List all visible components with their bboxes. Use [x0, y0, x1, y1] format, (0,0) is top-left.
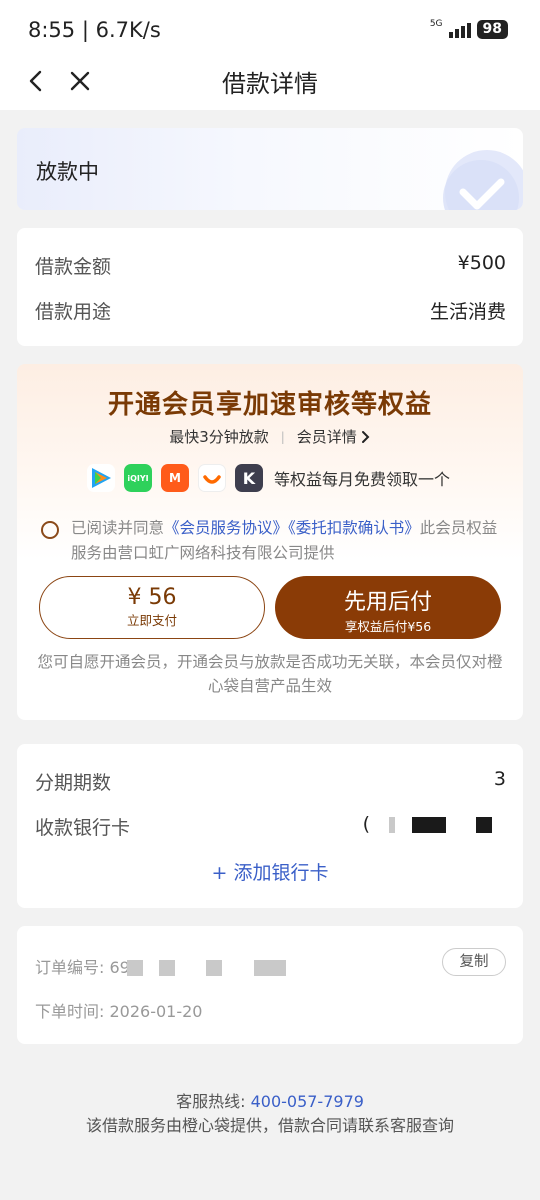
- member-service-agreement-link[interactable]: 《会员服务协议》: [164, 519, 288, 537]
- redaction-mark: [389, 817, 395, 833]
- membership-card: 开通会员享加速审核等权益 最快3分钟放款 | 会员详情 iQIYI M K 等权…: [17, 364, 523, 720]
- mango-tv-icon: M: [161, 464, 189, 492]
- order-time-value: 2026-01-20: [109, 1002, 203, 1021]
- pay-now-button[interactable]: ¥ 56 立即支付: [39, 576, 265, 639]
- order-time-row: 下单时间: 2026-01-20: [35, 998, 202, 1022]
- order-time-label: 下单时间:: [35, 1002, 105, 1021]
- redaction-mark: [254, 960, 286, 976]
- network-label: 5G: [429, 18, 443, 29]
- copy-order-number-button[interactable]: 复制: [442, 948, 506, 976]
- membership-title: 开通会员享加速审核等权益: [107, 390, 432, 420]
- agreement-radio[interactable]: [41, 521, 59, 539]
- loan-purpose-label: 借款用途: [35, 301, 112, 323]
- membership-subline: 最快3分钟放款 | 会员详情: [17, 426, 523, 447]
- agreement-text: 已阅读并同意《会员服务协议》《委托扣款确认书》此会员权益服务由营口虹广网络科技有…: [41, 516, 501, 566]
- redaction-mark: [412, 817, 446, 833]
- pay-later-button[interactable]: 先用后付 享权益后付¥56: [275, 576, 501, 639]
- kuaikan-icon: K: [235, 464, 263, 492]
- add-bank-card-label: 添加银行卡: [233, 862, 329, 884]
- nav-bar: 借款详情: [0, 60, 540, 110]
- bank-card-value: (: [362, 813, 370, 835]
- debit-authorization-link[interactable]: 《委托扣款确认书》: [288, 519, 420, 537]
- pay-now-label: 立即支付: [126, 613, 177, 628]
- hotline-line: 客服热线: 400-057-7979: [0, 1090, 540, 1114]
- redaction-mark: [206, 960, 222, 976]
- membership-details-link[interactable]: 会员详情: [297, 426, 371, 447]
- footer: 客服热线: 400-057-7979 该借款服务由橙心袋提供，借款合同请联系客服…: [0, 1090, 540, 1138]
- battery-icon: 98: [476, 20, 508, 39]
- add-bank-card-button[interactable]: + 添加银行卡: [17, 858, 523, 885]
- loan-purpose-value: 生活消费: [429, 301, 506, 323]
- pay-later-title: 先用后付: [343, 590, 432, 615]
- redaction-mark: [159, 960, 175, 976]
- loan-status-text: 放款中: [36, 160, 99, 184]
- status-icons: 5G 98: [429, 18, 508, 39]
- status-time: 8:55 | 6.7K/s: [28, 18, 161, 42]
- iqiyi-icon: iQIYI: [124, 464, 152, 492]
- loan-amount-value: ¥500: [457, 252, 506, 274]
- pay-later-subtitle: 享权益后付¥56: [344, 619, 432, 634]
- bank-card-label: 收款银行卡: [35, 817, 131, 839]
- footer-notice: 该借款服务由橙心袋提供，借款合同请联系客服查询: [85, 1116, 454, 1135]
- loan-amount-row: 借款金额 ¥500: [35, 252, 506, 279]
- tencent-video-icon: [87, 464, 115, 492]
- redaction-mark: [476, 817, 492, 833]
- order-info-card: 订单编号: 69 复制 下单时间: 2026-01-20: [17, 926, 523, 1044]
- status-bar: 8:55 | 6.7K/s 5G 98: [0, 0, 540, 60]
- loan-info-card: 借款金额 ¥500 借款用途 生活消费: [17, 228, 523, 346]
- chevron-right-icon: [361, 430, 370, 443]
- membership-note: 您可自愿开通会员，开通会员与放款是否成功无关联，本会员仅对橙心袋自营产品生效: [37, 653, 503, 695]
- benefit-apps: iQIYI M K 等权益每月免费领取一个: [87, 464, 450, 492]
- separator: |: [280, 429, 285, 444]
- page-title: 借款详情: [222, 70, 318, 98]
- signal-icon: [448, 22, 471, 38]
- benefit-apps-text: 等权益每月免费领取一个: [274, 470, 451, 489]
- installments-value: 3: [493, 768, 506, 790]
- checkmark-badge-icon: [439, 146, 523, 210]
- pay-now-amount: ¥ 56: [127, 585, 177, 610]
- order-number-row: 订单编号: 69: [35, 954, 130, 978]
- redaction-mark: [127, 960, 143, 976]
- plus-icon: +: [211, 862, 234, 884]
- fast-loan-text: 最快3分钟放款: [169, 428, 269, 446]
- order-number-label: 订单编号:: [35, 958, 105, 977]
- hotline-label: 客服热线:: [176, 1092, 246, 1111]
- didi-icon: [198, 464, 226, 492]
- loan-purpose-row: 借款用途 生活消费: [35, 297, 506, 324]
- membership-details-label: 会员详情: [296, 428, 357, 446]
- agree-prefix: 已阅读并同意: [71, 519, 165, 537]
- loan-status-card: 放款中: [17, 128, 523, 210]
- installments-label: 分期期数: [35, 772, 112, 794]
- bank-card-section: 分期期数 3 收款银行卡 ( + 添加银行卡: [17, 744, 523, 908]
- installments-row: 分期期数 3: [35, 768, 506, 795]
- hotline-number-link[interactable]: 400-057-7979: [251, 1092, 364, 1111]
- loan-amount-label: 借款金额: [35, 256, 112, 278]
